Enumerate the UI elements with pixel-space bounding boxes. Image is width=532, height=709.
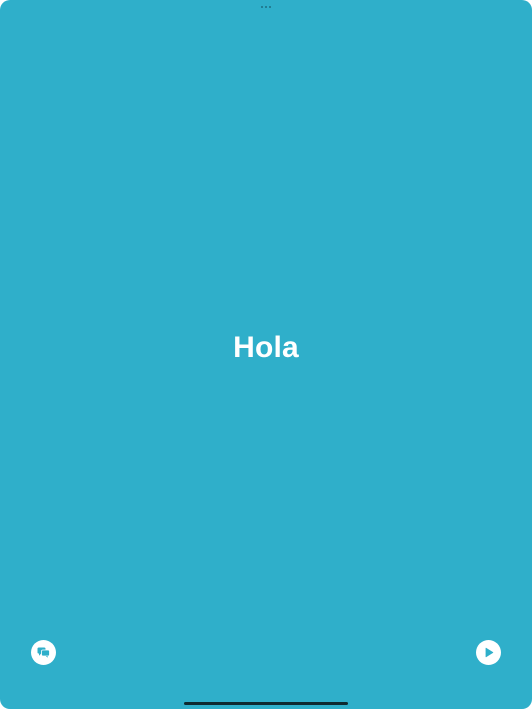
- dot: [269, 6, 271, 8]
- chat-bubbles-icon: [37, 647, 50, 658]
- chat-button[interactable]: [31, 640, 56, 665]
- more-dots-icon[interactable]: [257, 4, 275, 10]
- play-button[interactable]: [476, 640, 501, 665]
- dot: [261, 6, 263, 8]
- play-icon: [485, 647, 494, 658]
- home-indicator[interactable]: [184, 702, 348, 705]
- app-screen: Hola: [0, 0, 532, 709]
- flashcard-word: Hola: [233, 331, 299, 364]
- dot: [265, 6, 267, 8]
